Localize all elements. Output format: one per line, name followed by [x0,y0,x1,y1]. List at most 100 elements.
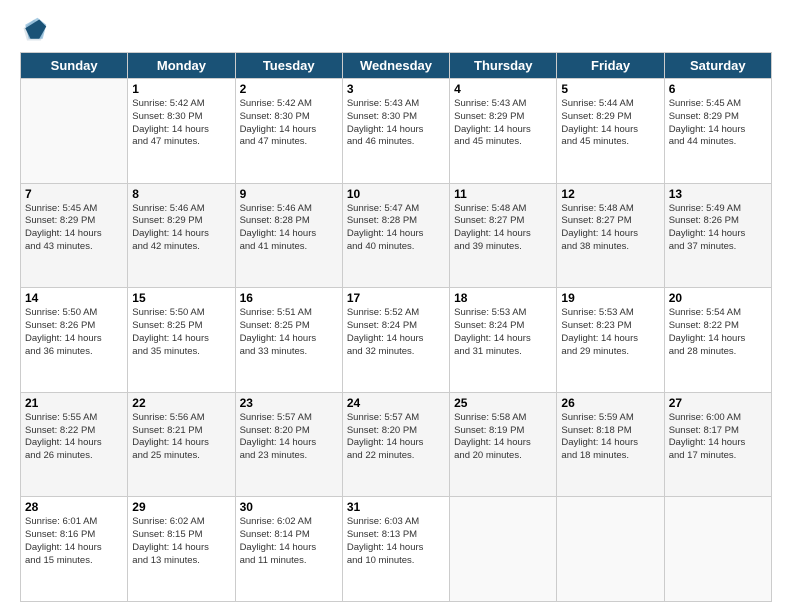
day-number: 2 [240,82,338,96]
day-number: 9 [240,187,338,201]
calendar-cell: 18 Sunrise: 5:53 AM Sunset: 8:24 PM Dayl… [450,288,557,393]
calendar-cell: 28 Sunrise: 6:01 AM Sunset: 8:16 PM Dayl… [21,497,128,602]
calendar-cell: 17 Sunrise: 5:52 AM Sunset: 8:24 PM Dayl… [342,288,449,393]
calendar-cell: 8 Sunrise: 5:46 AM Sunset: 8:29 PM Dayli… [128,183,235,288]
day-number: 14 [25,291,123,305]
calendar-cell: 21 Sunrise: 5:55 AM Sunset: 8:22 PM Dayl… [21,392,128,497]
calendar-cell: 9 Sunrise: 5:46 AM Sunset: 8:28 PM Dayli… [235,183,342,288]
calendar-cell: 2 Sunrise: 5:42 AM Sunset: 8:30 PM Dayli… [235,79,342,184]
day-number: 8 [132,187,230,201]
calendar-cell: 10 Sunrise: 5:47 AM Sunset: 8:28 PM Dayl… [342,183,449,288]
calendar-cell: 4 Sunrise: 5:43 AM Sunset: 8:29 PM Dayli… [450,79,557,184]
calendar-cell [450,497,557,602]
calendar-week-1: 1 Sunrise: 5:42 AM Sunset: 8:30 PM Dayli… [21,79,772,184]
day-number: 7 [25,187,123,201]
calendar-week-5: 28 Sunrise: 6:01 AM Sunset: 8:16 PM Dayl… [21,497,772,602]
day-info: Sunrise: 5:50 AM Sunset: 8:25 PM Dayligh… [132,307,230,358]
day-info: Sunrise: 5:43 AM Sunset: 8:29 PM Dayligh… [454,98,552,149]
weekday-header-saturday: Saturday [664,53,771,79]
calendar-cell: 27 Sunrise: 6:00 AM Sunset: 8:17 PM Dayl… [664,392,771,497]
calendar-cell: 7 Sunrise: 5:45 AM Sunset: 8:29 PM Dayli… [21,183,128,288]
calendar-cell: 25 Sunrise: 5:58 AM Sunset: 8:19 PM Dayl… [450,392,557,497]
calendar-week-2: 7 Sunrise: 5:45 AM Sunset: 8:29 PM Dayli… [21,183,772,288]
day-number: 15 [132,291,230,305]
calendar-cell: 1 Sunrise: 5:42 AM Sunset: 8:30 PM Dayli… [128,79,235,184]
calendar-cell [557,497,664,602]
day-info: Sunrise: 5:54 AM Sunset: 8:22 PM Dayligh… [669,307,767,358]
calendar-cell: 29 Sunrise: 6:02 AM Sunset: 8:15 PM Dayl… [128,497,235,602]
day-number: 13 [669,187,767,201]
weekday-header-tuesday: Tuesday [235,53,342,79]
calendar-cell: 16 Sunrise: 5:51 AM Sunset: 8:25 PM Dayl… [235,288,342,393]
day-number: 11 [454,187,552,201]
calendar-cell: 5 Sunrise: 5:44 AM Sunset: 8:29 PM Dayli… [557,79,664,184]
weekday-header-friday: Friday [557,53,664,79]
calendar-cell: 22 Sunrise: 5:56 AM Sunset: 8:21 PM Dayl… [128,392,235,497]
day-number: 3 [347,82,445,96]
day-info: Sunrise: 5:49 AM Sunset: 8:26 PM Dayligh… [669,203,767,254]
calendar-cell: 26 Sunrise: 5:59 AM Sunset: 8:18 PM Dayl… [557,392,664,497]
day-info: Sunrise: 5:53 AM Sunset: 8:23 PM Dayligh… [561,307,659,358]
calendar-cell: 14 Sunrise: 5:50 AM Sunset: 8:26 PM Dayl… [21,288,128,393]
day-info: Sunrise: 5:53 AM Sunset: 8:24 PM Dayligh… [454,307,552,358]
day-info: Sunrise: 5:45 AM Sunset: 8:29 PM Dayligh… [25,203,123,254]
day-info: Sunrise: 5:44 AM Sunset: 8:29 PM Dayligh… [561,98,659,149]
calendar-cell [664,497,771,602]
weekday-header-monday: Monday [128,53,235,79]
day-info: Sunrise: 5:56 AM Sunset: 8:21 PM Dayligh… [132,412,230,463]
calendar-cell: 15 Sunrise: 5:50 AM Sunset: 8:25 PM Dayl… [128,288,235,393]
day-number: 27 [669,396,767,410]
day-info: Sunrise: 5:57 AM Sunset: 8:20 PM Dayligh… [240,412,338,463]
calendar-cell: 31 Sunrise: 6:03 AM Sunset: 8:13 PM Dayl… [342,497,449,602]
day-info: Sunrise: 5:46 AM Sunset: 8:29 PM Dayligh… [132,203,230,254]
day-number: 21 [25,396,123,410]
day-info: Sunrise: 6:02 AM Sunset: 8:14 PM Dayligh… [240,516,338,567]
day-info: Sunrise: 6:02 AM Sunset: 8:15 PM Dayligh… [132,516,230,567]
day-info: Sunrise: 6:03 AM Sunset: 8:13 PM Dayligh… [347,516,445,567]
day-number: 23 [240,396,338,410]
day-info: Sunrise: 5:55 AM Sunset: 8:22 PM Dayligh… [25,412,123,463]
day-number: 30 [240,500,338,514]
day-info: Sunrise: 5:48 AM Sunset: 8:27 PM Dayligh… [561,203,659,254]
day-number: 17 [347,291,445,305]
day-info: Sunrise: 6:01 AM Sunset: 8:16 PM Dayligh… [25,516,123,567]
day-info: Sunrise: 5:42 AM Sunset: 8:30 PM Dayligh… [240,98,338,149]
day-number: 25 [454,396,552,410]
calendar-cell: 23 Sunrise: 5:57 AM Sunset: 8:20 PM Dayl… [235,392,342,497]
header [20,16,772,44]
day-number: 20 [669,291,767,305]
day-number: 5 [561,82,659,96]
calendar-header-row: SundayMondayTuesdayWednesdayThursdayFrid… [21,53,772,79]
day-number: 26 [561,396,659,410]
day-number: 22 [132,396,230,410]
day-info: Sunrise: 5:47 AM Sunset: 8:28 PM Dayligh… [347,203,445,254]
logo [20,16,52,44]
calendar-week-3: 14 Sunrise: 5:50 AM Sunset: 8:26 PM Dayl… [21,288,772,393]
day-info: Sunrise: 6:00 AM Sunset: 8:17 PM Dayligh… [669,412,767,463]
day-number: 24 [347,396,445,410]
day-info: Sunrise: 5:42 AM Sunset: 8:30 PM Dayligh… [132,98,230,149]
day-number: 1 [132,82,230,96]
day-info: Sunrise: 5:57 AM Sunset: 8:20 PM Dayligh… [347,412,445,463]
logo-icon [20,16,48,44]
day-number: 16 [240,291,338,305]
calendar-cell: 30 Sunrise: 6:02 AM Sunset: 8:14 PM Dayl… [235,497,342,602]
weekday-header-sunday: Sunday [21,53,128,79]
day-number: 6 [669,82,767,96]
day-info: Sunrise: 5:43 AM Sunset: 8:30 PM Dayligh… [347,98,445,149]
calendar-week-4: 21 Sunrise: 5:55 AM Sunset: 8:22 PM Dayl… [21,392,772,497]
day-number: 28 [25,500,123,514]
day-number: 29 [132,500,230,514]
day-number: 31 [347,500,445,514]
day-info: Sunrise: 5:45 AM Sunset: 8:29 PM Dayligh… [669,98,767,149]
day-info: Sunrise: 5:52 AM Sunset: 8:24 PM Dayligh… [347,307,445,358]
day-info: Sunrise: 5:46 AM Sunset: 8:28 PM Dayligh… [240,203,338,254]
day-number: 4 [454,82,552,96]
weekday-header-thursday: Thursday [450,53,557,79]
calendar-cell: 24 Sunrise: 5:57 AM Sunset: 8:20 PM Dayl… [342,392,449,497]
page: SundayMondayTuesdayWednesdayThursdayFrid… [0,0,792,612]
day-number: 12 [561,187,659,201]
weekday-header-wednesday: Wednesday [342,53,449,79]
calendar-cell: 6 Sunrise: 5:45 AM Sunset: 8:29 PM Dayli… [664,79,771,184]
day-number: 18 [454,291,552,305]
